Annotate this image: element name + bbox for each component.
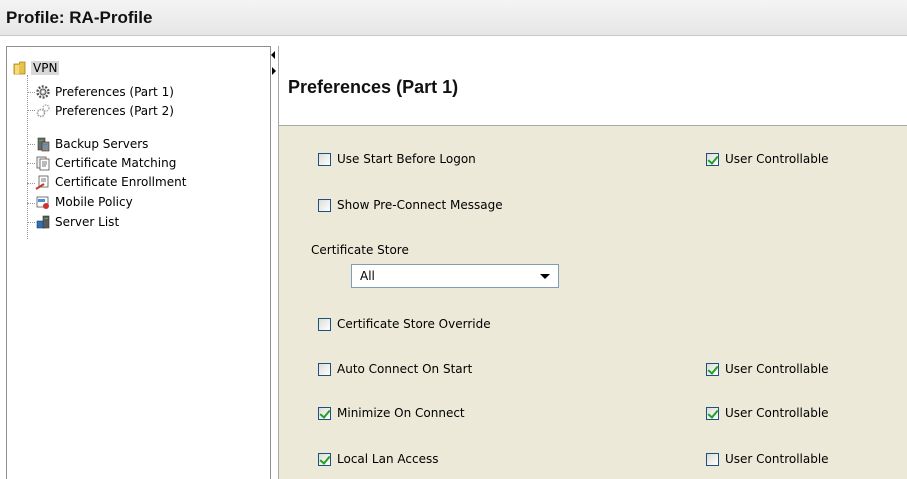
tree-connector <box>27 163 35 164</box>
auto-connect-on-start-checkbox[interactable] <box>318 362 331 376</box>
minimize-on-connect-user-controllable[interactable]: User Controllable <box>706 405 829 421</box>
option-label: Local Lan Access <box>337 452 439 466</box>
user-controllable-checkbox[interactable] <box>706 362 719 376</box>
tree-item-label: Certificate Enrollment <box>55 175 187 189</box>
server-list-icon <box>36 215 50 229</box>
user-controllable-checkbox[interactable] <box>706 152 719 166</box>
tree-item-certificate-matching[interactable]: Certificate Matching <box>35 154 178 172</box>
auto-connect-user-controllable[interactable]: User Controllable <box>706 361 829 377</box>
option-label: User Controllable <box>725 452 829 466</box>
option-label: Certificate Store Override <box>337 317 491 331</box>
tree-item-label: Backup Servers <box>55 137 149 151</box>
collapse-right-arrow-icon[interactable] <box>272 67 276 75</box>
option-label: Auto Connect On Start <box>337 362 473 376</box>
tree-connector <box>27 92 35 93</box>
use-start-before-logon-checkbox[interactable] <box>318 152 331 166</box>
tree-connector <box>27 75 28 239</box>
tree-connector <box>27 110 35 111</box>
panel-header: Preferences (Part 1) <box>279 46 907 126</box>
option-label: User Controllable <box>725 152 829 166</box>
tree-item-preferences-part-1[interactable]: Preferences (Part 1) <box>35 83 176 101</box>
user-controllable-checkbox[interactable] <box>706 452 719 466</box>
certificate-store-select[interactable]: All <box>351 264 559 288</box>
minimize-on-connect-option[interactable]: Minimize On Connect <box>318 405 465 421</box>
use-start-before-logon-option[interactable]: Use Start Before Logon <box>318 151 476 167</box>
user-controllable-checkbox[interactable] <box>706 406 719 420</box>
title-bar: Profile: RA-Profile <box>0 0 907 36</box>
minimize-on-connect-checkbox[interactable] <box>318 406 331 420</box>
tree-item-mobile-policy[interactable]: Mobile Policy <box>35 193 135 211</box>
auto-connect-on-start-option[interactable]: Auto Connect On Start <box>318 361 472 377</box>
preferences-panel: Preferences (Part 1) Use Start Before Lo… <box>278 46 907 479</box>
option-label: Minimize On Connect <box>337 406 465 420</box>
tree-item-label: Mobile Policy <box>55 195 133 209</box>
certificate-store-override-option[interactable]: Certificate Store Override <box>318 316 491 332</box>
certificate-pen-icon <box>35 175 49 190</box>
option-label: User Controllable <box>725 362 829 376</box>
tree-item-label: Server List <box>55 215 120 229</box>
option-label: Show Pre-Connect Message <box>337 198 503 212</box>
local-lan-access-user-controllable[interactable]: User Controllable <box>706 451 829 467</box>
tree-connector <box>27 203 35 204</box>
tree-item-label: Preferences (Part 2) <box>55 104 174 118</box>
certificate-store-label: Certificate Store <box>311 243 409 257</box>
show-pre-connect-message-option[interactable]: Show Pre-Connect Message <box>318 197 503 213</box>
tree-item-certificate-enrollment[interactable]: Certificate Enrollment <box>35 173 188 191</box>
tree-item-preferences-part-2[interactable]: Preferences (Part 2) <box>35 102 176 120</box>
certificate-store-override-checkbox[interactable] <box>318 317 331 331</box>
show-pre-connect-message-checkbox[interactable] <box>318 198 331 212</box>
panel-title: Preferences (Part 1) <box>288 77 459 97</box>
mobile-policy-icon <box>36 196 49 209</box>
option-label: Use Start Before Logon <box>337 152 476 166</box>
select-value: All <box>360 269 375 283</box>
tree-connector <box>27 222 35 223</box>
chevron-down-icon[interactable] <box>540 273 550 279</box>
tree-item-label: VPN <box>31 61 60 75</box>
tree-item-backup-servers[interactable]: Backup Servers <box>35 135 150 153</box>
gear-icon <box>36 85 50 99</box>
tree-item-vpn[interactable]: VPN <box>13 59 60 77</box>
certificate-icon <box>36 156 50 171</box>
local-lan-access-option[interactable]: Local Lan Access <box>318 451 438 467</box>
tree-connector <box>27 144 35 145</box>
profile-title: Profile: RA-Profile <box>6 8 153 27</box>
navigation-tree-pane: VPN Preferences (Part 1) Preferences (Pa… <box>6 46 271 479</box>
local-lan-access-checkbox[interactable] <box>318 452 331 466</box>
use-start-before-logon-user-controllable[interactable]: User Controllable <box>706 151 829 167</box>
navigation-tree: VPN Preferences (Part 1) Preferences (Pa… <box>7 47 270 479</box>
server-icon <box>37 137 50 152</box>
tree-connector <box>27 183 35 184</box>
tree-item-label: Certificate Matching <box>55 156 177 170</box>
tree-item-server-list[interactable]: Server List <box>35 213 121 231</box>
option-label: User Controllable <box>725 406 829 420</box>
collapse-left-arrow-icon[interactable] <box>271 51 275 59</box>
gears-small-icon <box>36 104 50 118</box>
folder-icon <box>13 61 26 75</box>
tree-item-label: Preferences (Part 1) <box>55 85 174 99</box>
